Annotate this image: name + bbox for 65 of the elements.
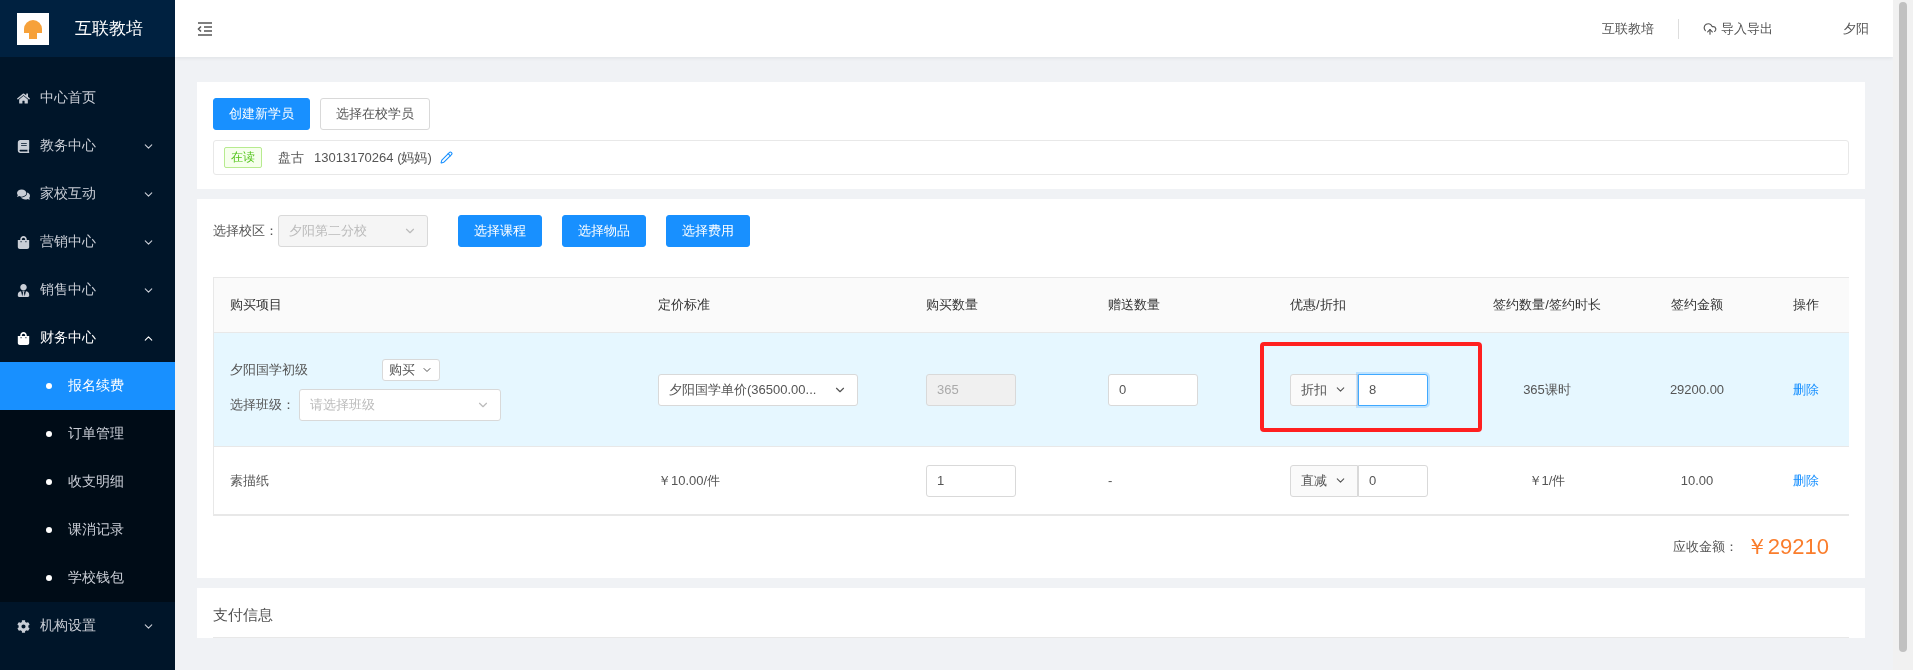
bullet-icon — [46, 431, 52, 437]
bullet-icon — [46, 527, 52, 533]
amount-text: 10.00 — [1680, 473, 1714, 488]
section-title: 支付信息 — [213, 602, 1849, 638]
discount-type-select[interactable]: 折扣 — [1290, 373, 1358, 406]
total-amount: ￥29210 — [1745, 533, 1829, 561]
column-header: 购买数量 — [926, 296, 978, 314]
column-header: 定价标准 — [658, 296, 710, 314]
user-icon — [17, 283, 30, 297]
org-link[interactable]: 互联教培 — [1602, 19, 1654, 38]
settings-icon — [17, 619, 30, 633]
discount-field[interactable]: 0 — [1358, 464, 1428, 497]
item-name: 素描纸 — [230, 471, 269, 490]
logo-text: 互联教培 — [75, 18, 143, 40]
cloud-upload-icon — [1703, 21, 1717, 36]
sidebar-subitem[interactable]: 收支明细 — [0, 458, 175, 506]
discount-type-select[interactable]: 直减 — [1290, 464, 1358, 497]
book-icon — [17, 139, 30, 153]
column-header: 购买项目 — [230, 296, 282, 314]
column-header: 优惠/折扣 — [1290, 296, 1346, 314]
campus-label: 选择校区： — [213, 222, 278, 240]
class-label: 选择班级： — [230, 395, 295, 414]
price-text: ￥10.00/件 — [658, 471, 721, 490]
sidebar-item[interactable]: 家校互动 — [0, 170, 175, 218]
scrollbar[interactable] — [1893, 0, 1913, 670]
column-header: 操作 — [1792, 296, 1819, 314]
contract-text: ￥1/件 — [1528, 471, 1566, 490]
logo-icon — [17, 12, 49, 45]
user-name[interactable]: 夕阳 — [1843, 19, 1869, 38]
edit-icon[interactable] — [439, 151, 453, 164]
column-header: 签约金额 — [1671, 296, 1723, 314]
amount-text: 29200.00 — [1669, 382, 1725, 397]
sidebar-item[interactable]: 财务中心 — [0, 314, 175, 362]
sidebar-item[interactable]: 中心首页 — [0, 74, 175, 122]
bag-icon — [17, 331, 30, 345]
sidebar-item[interactable]: 机构设置 — [0, 602, 175, 650]
student-name: 盘古 — [278, 148, 304, 167]
column-header: 签约数量/签约时长 — [1493, 296, 1601, 314]
gift-text: - — [1108, 473, 1113, 488]
import-export-link[interactable]: 导入导出 — [1703, 19, 1773, 38]
sidebar-subitem[interactable]: 课消记录 — [0, 506, 175, 554]
sidebar-subitem[interactable]: 学校钱包 — [0, 554, 175, 602]
discount-field[interactable]: 8 — [1358, 373, 1428, 406]
sidebar-item[interactable]: 教务中心 — [0, 122, 175, 170]
student-button[interactable]: 选择在校学员 — [320, 98, 430, 130]
status-tag: 在读 — [224, 147, 262, 168]
bullet-icon — [46, 575, 52, 581]
column-header: 赠送数量 — [1108, 296, 1160, 314]
price-select[interactable]: 夕阳国学单价(36500.00... — [658, 373, 858, 406]
total-label: 应收金额： — [1672, 538, 1738, 556]
quantity-field[interactable]: 1 — [926, 464, 1016, 497]
gift-field[interactable]: 0 — [1108, 373, 1198, 406]
menu-icon[interactable] — [197, 21, 213, 36]
bag-icon — [17, 235, 30, 249]
sidebar-item[interactable]: 营销中心 — [0, 218, 175, 266]
sidebar-subitem[interactable]: 订单管理 — [0, 410, 175, 458]
contract-text: 365课时 — [1523, 380, 1571, 399]
student-phone: 13013170264 (妈妈) — [314, 148, 432, 167]
bullet-icon — [46, 383, 52, 389]
home-icon — [17, 91, 30, 105]
sidebar-item[interactable]: 销售中心 — [0, 266, 175, 314]
item-name: 夕阳国学初级 — [230, 360, 309, 379]
type-select[interactable]: 购买 — [382, 358, 440, 381]
chat-icon — [17, 187, 30, 201]
bullet-icon — [46, 479, 52, 485]
